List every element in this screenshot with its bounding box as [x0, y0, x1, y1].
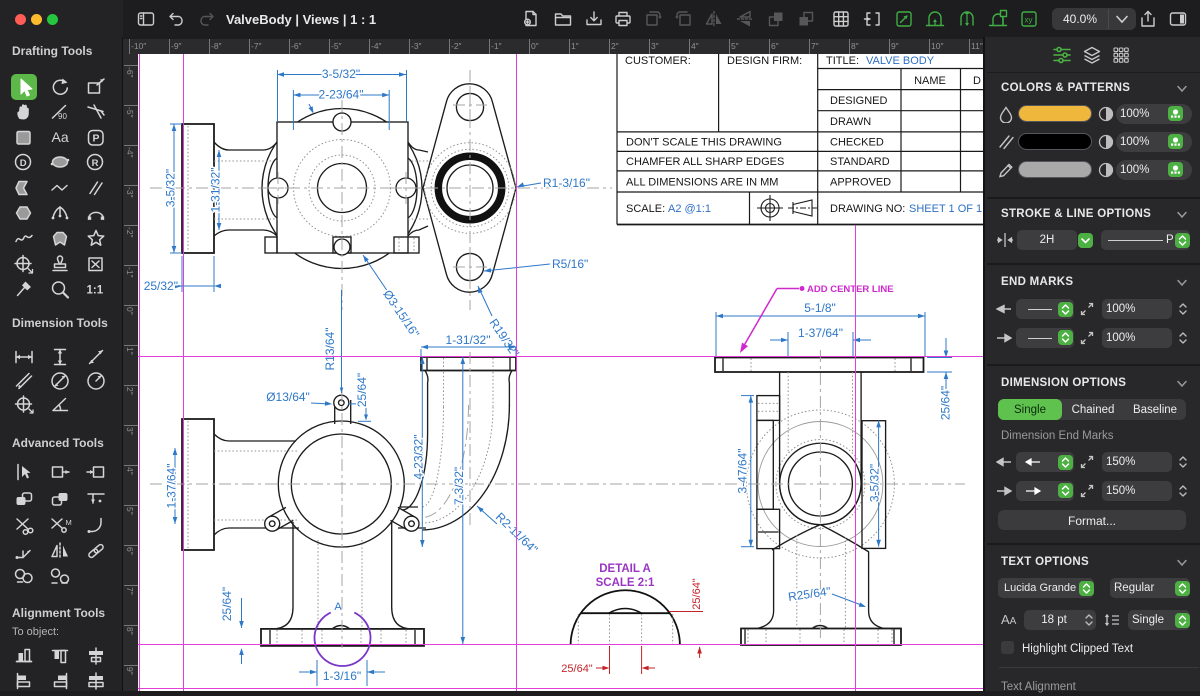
svg-text:1-37/64": 1-37/64" [798, 326, 843, 340]
svg-text:D: D [973, 75, 981, 87]
svg-text:ALL DIMENSIONS ARE IN MM: ALL DIMENSIONS ARE IN MM [626, 176, 778, 188]
svg-text:SCALE 2:1: SCALE 2:1 [596, 577, 655, 589]
svg-text:CHECKED: CHECKED [830, 137, 884, 149]
svg-text:STANDARD: STANDARD [830, 156, 890, 168]
svg-text:90: 90 [58, 112, 67, 121]
svg-text:R1-3/16": R1-3/16" [543, 176, 590, 190]
svg-text:xy: xy [1025, 16, 1033, 25]
svg-text:DESIGNED: DESIGNED [830, 95, 888, 107]
svg-text:D: D [20, 158, 27, 169]
svg-text:M: M [66, 518, 72, 527]
svg-text:Ø13/64": Ø13/64" [266, 390, 310, 404]
svg-text:3-47/64": 3-47/64" [736, 449, 750, 494]
svg-text:25/64": 25/64" [220, 587, 234, 621]
svg-text:3-5/32": 3-5/32" [322, 67, 360, 81]
svg-text:7-3/32": 7-3/32" [452, 467, 466, 505]
svg-text:ADD CENTER LINE: ADD CENTER LINE [807, 284, 894, 295]
svg-text:R: R [92, 158, 99, 169]
svg-text:1-31/32": 1-31/32" [446, 333, 491, 347]
svg-text:1-31/32": 1-31/32" [209, 168, 223, 213]
svg-text:VALVE BODY: VALVE BODY [866, 55, 935, 67]
svg-text:A2 @1:1: A2 @1:1 [668, 203, 711, 215]
svg-text:SHEET 1 OF 1: SHEET 1 OF 1 [909, 203, 982, 215]
svg-text:5-1/8": 5-1/8" [804, 301, 836, 315]
svg-text:DRAWING NO:: DRAWING NO: [830, 203, 905, 215]
svg-text:R5/16": R5/16" [552, 257, 588, 271]
svg-text:TITLE:: TITLE: [826, 55, 859, 67]
svg-text:R13/64": R13/64" [323, 328, 337, 371]
svg-text:DESIGN FIRM:: DESIGN FIRM: [727, 55, 802, 67]
svg-text:3-5/32": 3-5/32" [164, 169, 178, 207]
svg-text:APPROVED: APPROVED [830, 176, 891, 188]
svg-text:DRAWN: DRAWN [830, 116, 871, 128]
svg-text:CHAMFER ALL SHARP EDGES: CHAMFER ALL SHARP EDGES [626, 156, 784, 168]
svg-text:P: P [93, 133, 100, 145]
svg-text:2-23/64": 2-23/64" [319, 88, 364, 102]
svg-text:CUSTOMER:: CUSTOMER: [625, 55, 691, 67]
svg-text:4-23/32": 4-23/32" [412, 435, 426, 480]
svg-text:DON'T SCALE THIS DRAWING: DON'T SCALE THIS DRAWING [626, 137, 782, 149]
svg-text:1-37/64": 1-37/64" [165, 464, 179, 509]
svg-text:NAME: NAME [914, 75, 946, 87]
svg-text:25/64": 25/64" [355, 373, 369, 407]
svg-text:Ø3-15/16": Ø3-15/16" [380, 287, 422, 340]
svg-text:25/64": 25/64" [561, 663, 593, 675]
svg-text:25/32": 25/32" [144, 279, 178, 293]
svg-text:1:1: 1:1 [87, 284, 104, 296]
svg-text:3-5/32": 3-5/32" [868, 464, 882, 502]
svg-text:25/64": 25/64" [939, 386, 953, 420]
svg-text:SCALE:: SCALE: [626, 203, 665, 215]
svg-text:A: A [334, 601, 342, 613]
svg-text:Aa: Aa [52, 129, 69, 145]
svg-text:25/64": 25/64" [691, 578, 703, 610]
svg-text:R25/64": R25/64" [787, 584, 831, 604]
svg-text:1-3/16": 1-3/16" [323, 669, 361, 683]
svg-text:DETAIL A: DETAIL A [599, 563, 651, 575]
